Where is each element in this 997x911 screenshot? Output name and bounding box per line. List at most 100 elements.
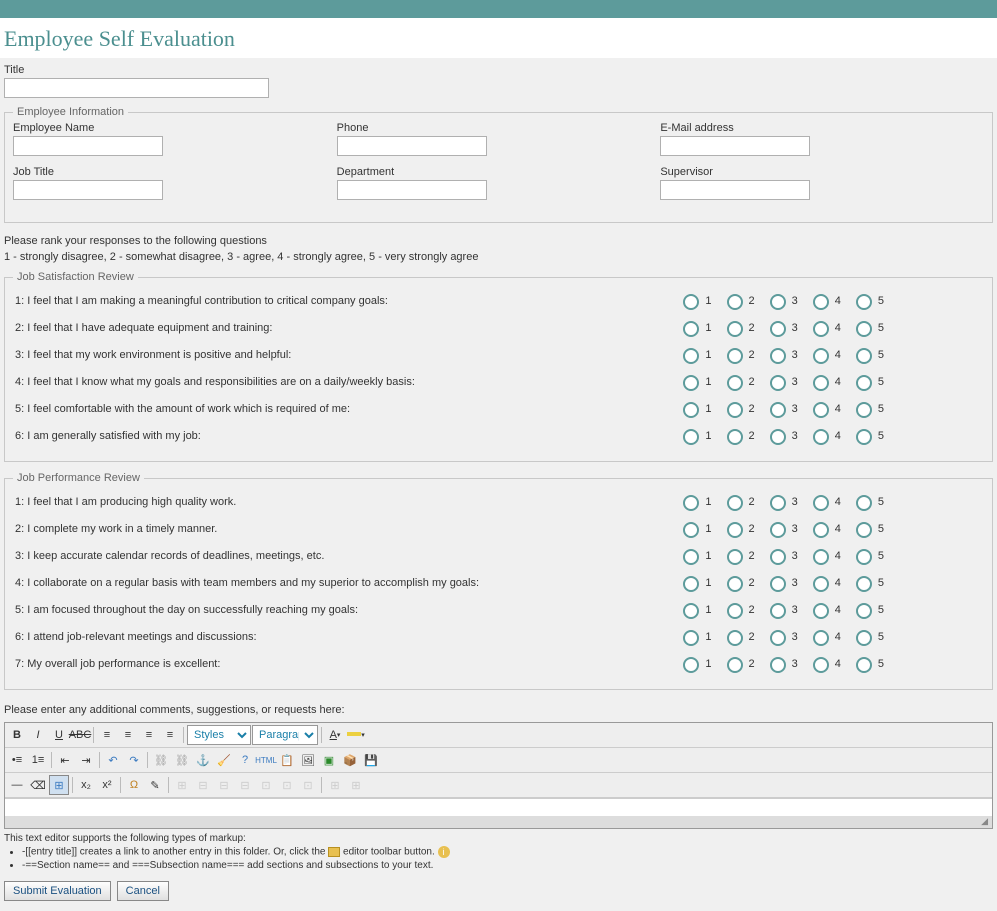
email-input[interactable] [660, 136, 810, 156]
rating-option[interactable]: 2 [722, 399, 755, 418]
rating-option[interactable]: 1 [678, 627, 711, 646]
rating-option[interactable]: 2 [722, 573, 755, 592]
align-justify-icon[interactable]: ≡ [160, 725, 180, 745]
rating-option[interactable]: 3 [765, 627, 798, 646]
rating-radio[interactable] [727, 375, 743, 391]
editor-resize-grip[interactable]: ◢ [5, 816, 992, 828]
cancel-button[interactable]: Cancel [117, 881, 169, 901]
rating-option[interactable]: 1 [678, 399, 711, 418]
rating-option[interactable]: 4 [808, 519, 841, 538]
rating-option[interactable]: 5 [851, 345, 884, 364]
rating-option[interactable]: 5 [851, 372, 884, 391]
rating-option[interactable]: 5 [851, 600, 884, 619]
package-icon[interactable]: 📦 [340, 750, 360, 770]
rating-option[interactable]: 3 [765, 654, 798, 673]
rating-radio[interactable] [770, 630, 786, 646]
highlight-color-icon[interactable]: ▾ [346, 725, 366, 745]
rating-radio[interactable] [727, 522, 743, 538]
rating-option[interactable]: 1 [678, 372, 711, 391]
rating-radio[interactable] [683, 294, 699, 310]
rating-option[interactable]: 3 [765, 546, 798, 565]
rating-radio[interactable] [770, 549, 786, 565]
rating-radio[interactable] [813, 522, 829, 538]
rating-radio[interactable] [683, 603, 699, 619]
rating-option[interactable]: 2 [722, 600, 755, 619]
rating-option[interactable]: 1 [678, 573, 711, 592]
rating-radio[interactable] [683, 348, 699, 364]
link-icon[interactable]: ⛓ [151, 750, 171, 770]
paragraph-select[interactable]: Paragraph [252, 725, 318, 745]
rating-option[interactable]: 3 [765, 345, 798, 364]
rating-option[interactable]: 4 [808, 318, 841, 337]
rating-option[interactable]: 1 [678, 291, 711, 310]
rating-radio[interactable] [856, 603, 872, 619]
rating-option[interactable]: 5 [851, 492, 884, 511]
table-col-before-icon[interactable]: ⊡ [256, 775, 276, 795]
media-icon[interactable]: ▣ [319, 750, 339, 770]
align-center-icon[interactable]: ≡ [118, 725, 138, 745]
rating-radio[interactable] [727, 630, 743, 646]
table-split-icon[interactable]: ⊞ [325, 775, 345, 795]
help-icon[interactable]: ? [235, 750, 255, 770]
rating-radio[interactable] [770, 294, 786, 310]
rating-radio[interactable] [770, 375, 786, 391]
rating-option[interactable]: 2 [722, 291, 755, 310]
rating-radio[interactable] [856, 495, 872, 511]
rating-radio[interactable] [813, 348, 829, 364]
rating-radio[interactable] [813, 495, 829, 511]
rating-option[interactable]: 3 [765, 291, 798, 310]
rating-radio[interactable] [683, 630, 699, 646]
text-color-icon[interactable]: A▾ [325, 725, 345, 745]
underline-icon[interactable]: U [49, 725, 69, 745]
rating-option[interactable]: 2 [722, 426, 755, 445]
rating-option[interactable]: 1 [678, 318, 711, 337]
rating-radio[interactable] [727, 348, 743, 364]
bullet-list-icon[interactable]: •≡ [7, 750, 27, 770]
anchor-icon[interactable]: ⚓ [193, 750, 213, 770]
rating-option[interactable]: 3 [765, 519, 798, 538]
rating-option[interactable]: 3 [765, 372, 798, 391]
supervisor-input[interactable] [660, 180, 810, 200]
rating-radio[interactable] [856, 429, 872, 445]
info-icon[interactable]: i [438, 846, 450, 858]
rating-radio[interactable] [683, 402, 699, 418]
table-col-after-icon[interactable]: ⊡ [277, 775, 297, 795]
rating-option[interactable]: 4 [808, 372, 841, 391]
rating-option[interactable]: 5 [851, 546, 884, 565]
hr-icon[interactable]: — [7, 775, 27, 795]
rating-radio[interactable] [813, 549, 829, 565]
rating-option[interactable]: 2 [722, 345, 755, 364]
table-icon[interactable]: ⊞ [172, 775, 192, 795]
rating-radio[interactable] [727, 657, 743, 673]
unlink-icon[interactable]: ⛓ [172, 750, 192, 770]
rating-option[interactable]: 1 [678, 546, 711, 565]
rating-option[interactable]: 4 [808, 291, 841, 310]
rating-radio[interactable] [770, 321, 786, 337]
employee-name-input[interactable] [13, 136, 163, 156]
strikethrough-icon[interactable]: ABC [70, 725, 90, 745]
rating-option[interactable]: 1 [678, 345, 711, 364]
rating-option[interactable]: 4 [808, 426, 841, 445]
rating-option[interactable]: 5 [851, 426, 884, 445]
styles-select[interactable]: Styles [187, 725, 251, 745]
rating-radio[interactable] [683, 576, 699, 592]
rating-option[interactable]: 3 [765, 426, 798, 445]
remove-format-icon[interactable]: ⌫ [28, 775, 48, 795]
rating-radio[interactable] [683, 321, 699, 337]
rating-option[interactable]: 2 [722, 372, 755, 391]
redo-icon[interactable]: ↷ [124, 750, 144, 770]
rating-radio[interactable] [683, 522, 699, 538]
visual-aid-icon[interactable]: ⊞ [49, 775, 69, 795]
title-input[interactable] [4, 78, 269, 98]
rating-radio[interactable] [856, 348, 872, 364]
rating-radio[interactable] [856, 576, 872, 592]
rating-option[interactable]: 2 [722, 519, 755, 538]
indent-icon[interactable]: ⇥ [76, 750, 96, 770]
rating-option[interactable]: 2 [722, 627, 755, 646]
rating-radio[interactable] [727, 429, 743, 445]
rating-radio[interactable] [770, 657, 786, 673]
rating-option[interactable]: 2 [722, 546, 755, 565]
rating-option[interactable]: 4 [808, 399, 841, 418]
number-list-icon[interactable]: 1≡ [28, 750, 48, 770]
rating-radio[interactable] [683, 657, 699, 673]
